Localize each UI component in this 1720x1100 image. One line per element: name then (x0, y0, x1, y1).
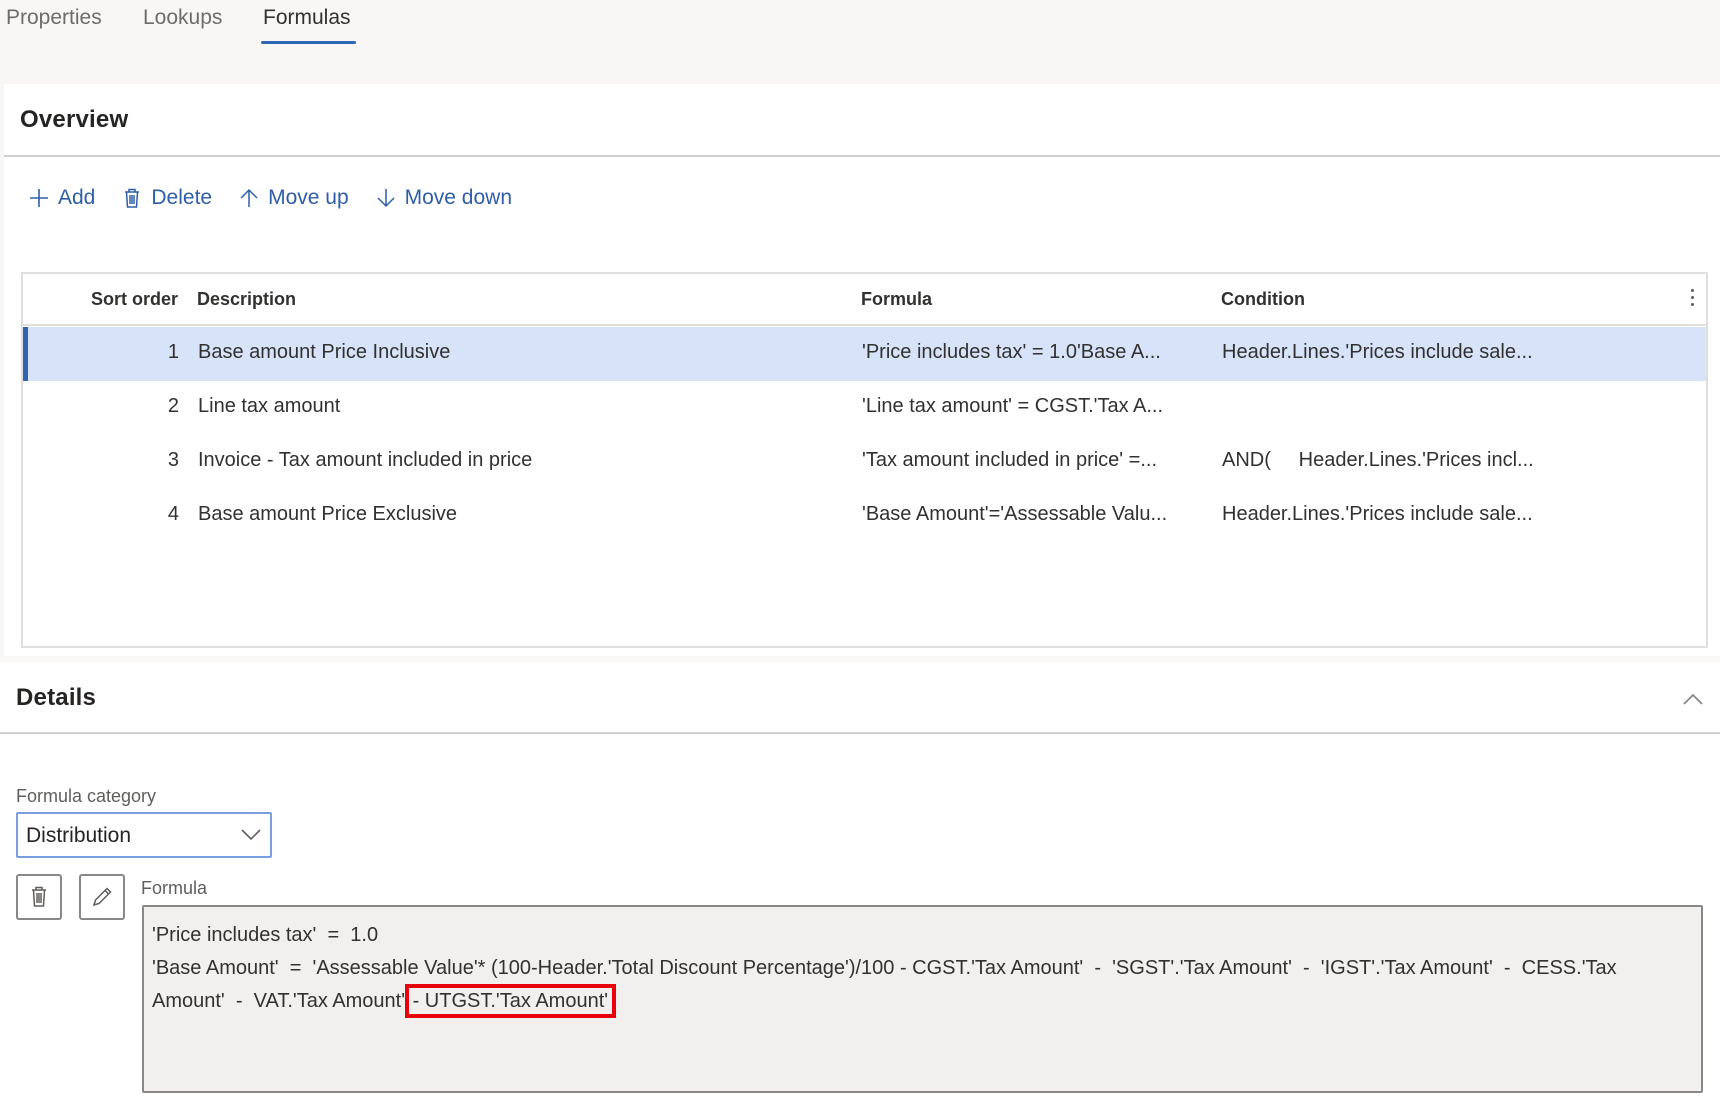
grid-header: Sort order Description Formula Condition (23, 274, 1706, 326)
formula-label: Formula (141, 878, 208, 898)
move-down-button[interactable]: Move down (375, 186, 512, 210)
cell-sort-order: 3 (167, 449, 179, 471)
formula-line: Amount' - VAT.'Tax Amount' - UTGST.'Tax … (152, 984, 1693, 1018)
table-row[interactable]: 2 Line tax amount 'Line tax amount' = CG… (23, 381, 1706, 435)
pencil-icon (92, 887, 112, 907)
cell-sort-order: 2 (167, 395, 179, 417)
chevron-down-icon (241, 829, 261, 841)
tab-bar: Properties Lookups Formulas (0, 0, 1720, 50)
details-title: Details (16, 684, 97, 711)
cell-sort-order: 4 (167, 503, 179, 525)
more-options-icon[interactable] (1688, 286, 1696, 310)
cell-formula: 'Base Amount'='Assessable Valu... (862, 503, 1168, 525)
overview-title: Overview (20, 106, 129, 133)
formula-category-value: Distribution (26, 824, 132, 847)
tab-properties[interactable]: Properties (6, 6, 102, 30)
overview-divider (4, 155, 1720, 157)
table-row[interactable]: 3 Invoice - Tax amount included in price… (23, 435, 1706, 489)
details-divider (0, 732, 1720, 734)
overview-section: Overview Add Delete Move up Move down So… (4, 84, 1720, 656)
details-section: Details Formula category Distribution Fo… (0, 662, 1720, 1100)
trash-icon (125, 188, 140, 208)
cell-formula: 'Tax amount included in price' =... (862, 449, 1158, 471)
formula-category-label: Formula category (16, 786, 157, 806)
move-up-label: Move up (268, 186, 349, 209)
add-label: Add (58, 186, 96, 209)
cell-description: Base amount Price Exclusive (198, 503, 458, 525)
trash-icon (32, 886, 46, 907)
arrow-up-icon (240, 188, 258, 207)
formula-line-text: Amount' - VAT.'Tax Amount' (152, 990, 411, 1012)
cell-description: Invoice - Tax amount included in price (198, 449, 533, 471)
column-header-condition[interactable]: Condition (1221, 289, 1305, 310)
table-row[interactable]: 1 Base amount Price Inclusive 'Price inc… (23, 327, 1706, 381)
tab-lookups[interactable]: Lookups (143, 6, 222, 30)
cell-condition: AND( Header.Lines.'Prices incl... (1222, 449, 1534, 471)
column-header-description[interactable]: Description (197, 289, 296, 310)
cell-description: Base amount Price Inclusive (198, 341, 451, 363)
cell-condition: Header.Lines.'Prices include sale... (1222, 503, 1533, 525)
add-button[interactable]: Add (28, 186, 95, 210)
table-row[interactable]: 4 Base amount Price Exclusive 'Base Amou… (23, 489, 1706, 543)
clear-formula-button[interactable] (16, 874, 62, 920)
delete-label: Delete (151, 186, 213, 209)
cell-formula: 'Line tax amount' = CGST.'Tax A... (862, 395, 1164, 417)
formula-textarea[interactable]: 'Price includes tax' = 1.0 'Base Amount'… (142, 905, 1703, 1093)
chevron-up-icon[interactable] (1682, 692, 1704, 706)
move-up-button[interactable]: Move up (238, 186, 349, 210)
edit-formula-button[interactable] (79, 874, 125, 920)
formula-category-dropdown[interactable]: Distribution (16, 812, 272, 858)
tab-formulas[interactable]: Formulas (263, 6, 351, 30)
cell-description: Line tax amount (198, 395, 341, 417)
cell-formula: 'Price includes tax' = 1.0'Base A... (862, 341, 1161, 363)
column-header-sort-order[interactable]: Sort order (91, 289, 178, 310)
formula-line: 'Base Amount' = 'Assessable Value'* (100… (152, 957, 1617, 979)
overview-toolbar: Add Delete Move up Move down (28, 186, 512, 210)
cell-condition: Header.Lines.'Prices include sale... (1222, 341, 1533, 363)
delete-button[interactable]: Delete (121, 186, 212, 210)
move-down-label: Move down (404, 186, 513, 209)
arrow-down-icon (377, 189, 395, 208)
formula-line: 'Price includes tax' = 1.0 (152, 924, 379, 946)
cell-sort-order: 1 (167, 341, 179, 363)
plus-icon (30, 189, 48, 207)
highlight-annotation: - UTGST.'Tax Amount' (404, 984, 617, 1018)
column-header-formula[interactable]: Formula (861, 289, 932, 310)
formulas-grid: Sort order Description Formula Condition… (21, 272, 1708, 648)
active-tab-indicator (261, 41, 356, 44)
